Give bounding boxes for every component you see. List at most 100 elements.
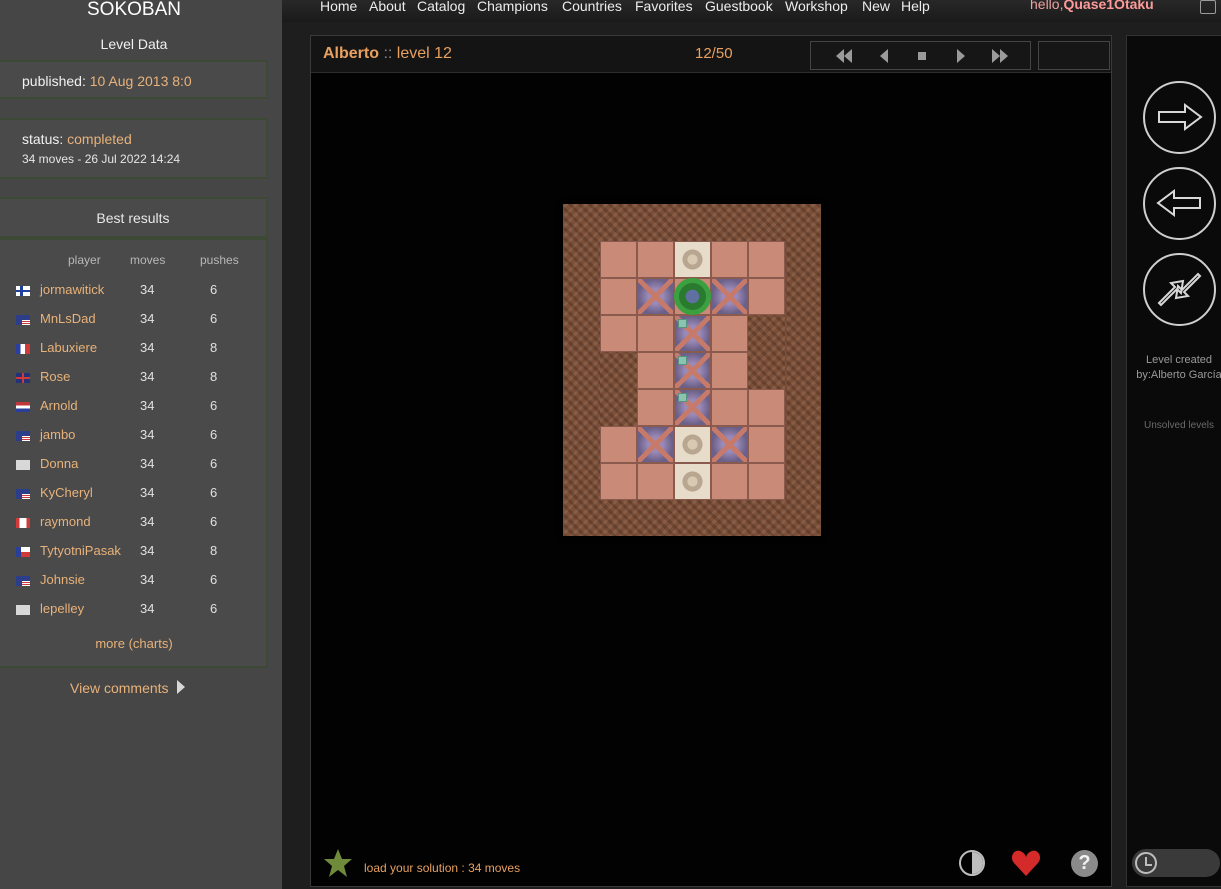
- floor-cell: [748, 463, 785, 500]
- site-logo[interactable]: SOKOBAN: [0, 0, 268, 20]
- table-row[interactable]: raymond 34 6: [0, 512, 268, 541]
- player-name[interactable]: Arnold: [40, 398, 78, 413]
- fast-forward-icon[interactable]: [991, 49, 1009, 63]
- nav-catalog[interactable]: Catalog: [417, 0, 465, 14]
- floor-cell: [711, 389, 748, 426]
- nav-new[interactable]: New: [862, 0, 890, 14]
- path-marker: [678, 393, 687, 402]
- table-row[interactable]: Donna 34 6: [0, 454, 268, 483]
- column-header-player: player: [68, 253, 101, 267]
- flag-icon: [16, 605, 30, 615]
- player-name[interactable]: Johnsie: [40, 572, 85, 587]
- floor-cell: [748, 389, 785, 426]
- flag-icon: [16, 576, 30, 586]
- table-row[interactable]: Rose 34 8: [0, 367, 268, 396]
- player-name[interactable]: jambo: [40, 427, 75, 442]
- player-moves: 34: [140, 485, 155, 500]
- player-moves: 34: [140, 427, 155, 442]
- wall-block: [600, 352, 637, 426]
- level-title: Alberto :: level 12: [323, 45, 452, 63]
- table-row[interactable]: lepelley 34 6: [0, 599, 268, 628]
- path-marker: [678, 319, 687, 328]
- previous-level-button[interactable]: [1143, 167, 1216, 240]
- player-name[interactable]: Rose: [40, 369, 70, 384]
- player-name[interactable]: jormawitick: [40, 282, 104, 297]
- nav-countries[interactable]: Countries: [562, 0, 622, 14]
- player-moves: 34: [140, 340, 155, 355]
- player-moves: 34: [140, 514, 155, 529]
- replay-controls: [810, 41, 1031, 70]
- fast-backward-icon[interactable]: [835, 49, 853, 63]
- flag-icon: [16, 286, 30, 296]
- game-panel: Alberto :: level 12 12/50 load your solu…: [310, 35, 1112, 887]
- player-name[interactable]: MnLsDad: [40, 311, 96, 326]
- status-label: status:: [22, 131, 64, 147]
- star-icon[interactable]: [323, 848, 353, 878]
- player-name[interactable]: TytyotniPasak: [40, 543, 121, 558]
- table-row[interactable]: TytyotniPasak 34 8: [0, 541, 268, 570]
- table-row[interactable]: KyCheryl 34 6: [0, 483, 268, 512]
- table-row[interactable]: jormawitick 34 6: [0, 280, 268, 309]
- step-forward-icon[interactable]: [952, 49, 970, 63]
- player-pushes: 6: [210, 485, 218, 500]
- next-level-button[interactable]: [1143, 81, 1216, 154]
- player-name[interactable]: raymond: [40, 514, 91, 529]
- nav-guestbook[interactable]: Guestbook: [705, 0, 773, 14]
- logout-icon[interactable]: [1200, 0, 1216, 14]
- swap-button[interactable]: [1143, 253, 1216, 326]
- flag-icon: [16, 431, 30, 441]
- stop-icon[interactable]: [913, 49, 931, 63]
- player-pushes: 6: [210, 398, 218, 413]
- floor-cell: [711, 241, 748, 278]
- more-link[interactable]: more: [95, 636, 125, 651]
- right-panel: Level created by:Alberto García Unsolved…: [1126, 35, 1221, 887]
- player-pushes: 6: [210, 601, 218, 616]
- table-row[interactable]: Johnsie 34 6: [0, 570, 268, 599]
- clock-icon: [1135, 852, 1157, 874]
- best-results-title: Best results: [96, 210, 170, 226]
- step-back-icon[interactable]: [875, 49, 893, 63]
- view-comments-link[interactable]: View comments: [70, 680, 185, 696]
- floor-cell: [711, 463, 748, 500]
- move-input-box[interactable]: [1038, 41, 1110, 70]
- player-moves: 34: [140, 311, 155, 326]
- player-pushes: 8: [210, 369, 218, 384]
- player-moves: 34: [140, 456, 155, 471]
- charts-link[interactable]: (charts): [129, 636, 173, 651]
- sokoban-board[interactable]: [563, 204, 821, 536]
- floor-cell: [637, 389, 674, 426]
- floor-cell: [748, 278, 785, 315]
- player-name[interactable]: KyCheryl: [40, 485, 93, 500]
- nav-about[interactable]: About: [369, 0, 406, 14]
- nav-favorites[interactable]: Favorites: [635, 0, 693, 14]
- nav-champions[interactable]: Champions: [477, 0, 548, 14]
- user-greeting[interactable]: hello,Quase1Otaku: [1030, 0, 1154, 12]
- nav-help[interactable]: Help: [901, 0, 930, 14]
- load-solution-link[interactable]: load your solution : 34 moves: [364, 861, 520, 875]
- player-pushes: 6: [210, 311, 218, 326]
- published-box: published: 10 Aug 2013 8:0: [0, 60, 268, 99]
- flag-icon: [16, 518, 30, 528]
- table-row[interactable]: Labuxiere 34 8: [0, 338, 268, 367]
- flag-icon: [16, 344, 30, 354]
- player-moves: 34: [140, 572, 155, 587]
- contrast-icon[interactable]: [959, 850, 985, 876]
- goal-cell: [674, 463, 711, 500]
- player-name[interactable]: Labuxiere: [40, 340, 97, 355]
- nav-home[interactable]: Home: [320, 0, 357, 14]
- heart-icon[interactable]: [1011, 849, 1041, 877]
- floor-cell: [600, 463, 637, 500]
- greeting-text: hello,: [1030, 0, 1064, 12]
- player-name[interactable]: Donna: [40, 456, 78, 471]
- nav-workshop[interactable]: Workshop: [785, 0, 848, 14]
- table-row[interactable]: Arnold 34 6: [0, 396, 268, 425]
- wall-block: [748, 315, 785, 389]
- player-name[interactable]: lepelley: [40, 601, 84, 616]
- player-pushes: 8: [210, 543, 218, 558]
- level-author[interactable]: Alberto: [323, 45, 379, 62]
- unsolved-levels-link[interactable]: Unsolved levels: [1127, 420, 1221, 431]
- player-pushes: 8: [210, 340, 218, 355]
- table-row[interactable]: jambo 34 6: [0, 425, 268, 454]
- table-row[interactable]: MnLsDad 34 6: [0, 309, 268, 338]
- help-icon[interactable]: ?: [1071, 850, 1098, 877]
